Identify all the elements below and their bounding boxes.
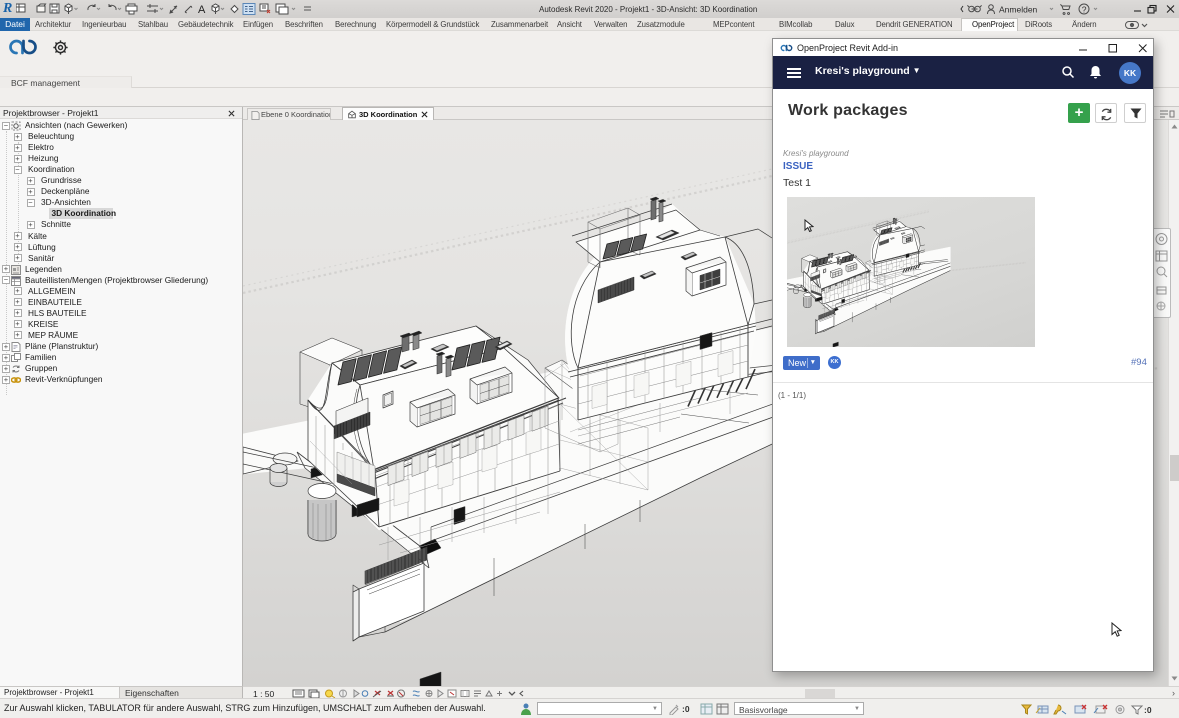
- svg-text:Anmelden: Anmelden: [999, 5, 1038, 15]
- svg-text:?: ?: [1082, 4, 1087, 14]
- svg-text:A: A: [198, 4, 206, 16]
- svg-text::0: :0: [1144, 705, 1152, 715]
